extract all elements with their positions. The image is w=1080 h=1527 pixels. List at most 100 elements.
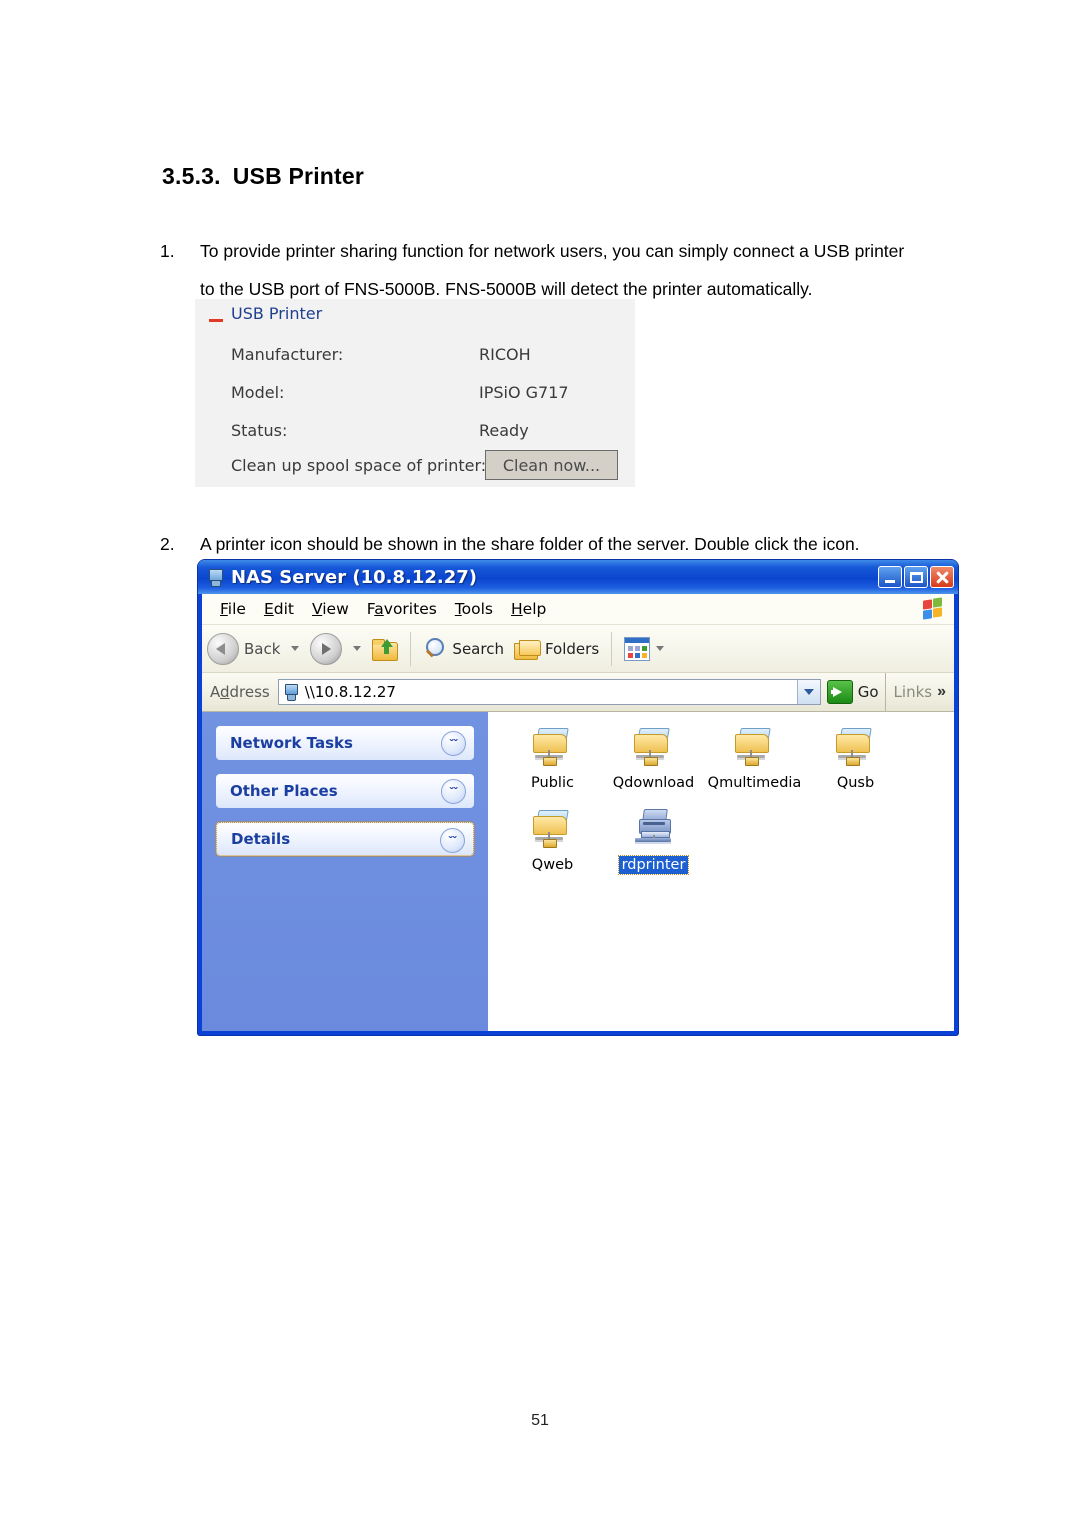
manufacturer-label: Manufacturer:	[231, 345, 344, 364]
menu-file[interactable]: File	[220, 600, 246, 618]
window-body: File Edit View Favorites Tools Help Back	[202, 594, 954, 1031]
minimize-button[interactable]	[878, 566, 902, 588]
toolbar: Back Search Folders	[202, 625, 954, 673]
list-item-label: Qmultimedia	[707, 775, 802, 791]
network-folder-icon	[530, 808, 576, 852]
list-item-label: Qusb	[836, 775, 875, 791]
menu-tools[interactable]: Tools	[455, 600, 493, 618]
status-value: Ready	[479, 421, 529, 440]
list-item-qdownload[interactable]: Qdownload	[603, 726, 704, 792]
back-arrow-icon	[207, 632, 239, 665]
back-label: Back	[244, 639, 281, 658]
folders-label: Folders	[544, 639, 600, 658]
go-arrow-icon	[826, 680, 853, 704]
clean-now-button[interactable]: Clean now...	[485, 450, 618, 480]
menu-favorites[interactable]: Favorites	[367, 600, 437, 618]
address-input[interactable]: \\10.8.12.27	[277, 679, 821, 705]
explorer-window: NAS Server (10.8.12.27) File Edit View F…	[198, 560, 958, 1035]
address-value: \\10.8.12.27	[304, 683, 396, 701]
page-title: 3.5.3. USB Printer	[162, 163, 364, 190]
views-button[interactable]	[619, 630, 675, 668]
usb-printer-section-title: USB Printer	[231, 304, 323, 323]
sidebar-panel-network-tasks[interactable]: Network Tasks ˇˇ	[216, 726, 474, 760]
details-collapse-chevron-down-icon[interactable]: ˇˇ	[440, 828, 465, 853]
folders-icon	[513, 638, 541, 660]
heading-number: 3.5.3.	[162, 163, 221, 189]
list-item-rdprinter[interactable]: rdprinter	[603, 808, 704, 875]
list-item-label: Public	[531, 775, 574, 791]
file-list-content[interactable]: Public Qdownload Qmultimedia Qusb Qweb r…	[488, 712, 954, 1031]
views-chevron-down-icon[interactable]	[656, 646, 665, 651]
list-item-public[interactable]: Public	[502, 726, 603, 792]
links-label: Links	[893, 683, 933, 701]
forward-arrow-icon	[310, 632, 343, 665]
document-page: 3.5.3. USB Printer 1. To provide printer …	[0, 0, 1080, 1527]
address-bar: Address \\10.8.12.27 Go Links »	[202, 673, 954, 712]
search-icon	[423, 637, 447, 660]
manufacturer-value: RICOH	[479, 345, 531, 364]
menu-view[interactable]: View	[312, 600, 349, 618]
computer-icon	[206, 568, 224, 587]
other-places-label: Other Places	[230, 782, 338, 800]
sidebar-panel-other-places[interactable]: Other Places ˇˇ	[216, 774, 474, 808]
network-folder-icon	[833, 726, 879, 770]
list-item-qmultimedia[interactable]: Qmultimedia	[704, 726, 805, 792]
status-label: Status:	[231, 421, 288, 440]
go-button[interactable]: Go	[826, 680, 879, 704]
sidebar-panel-details[interactable]: Details ˇˇ	[215, 821, 475, 857]
close-button[interactable]	[930, 566, 954, 588]
maximize-button[interactable]	[904, 566, 928, 588]
network-printer-icon	[631, 808, 677, 852]
model-value: IPSiO G717	[479, 383, 569, 402]
menu-edit[interactable]: Edit	[264, 600, 294, 618]
step-2-text: A printer icon should be shown in the sh…	[200, 534, 860, 554]
window-controls	[878, 566, 958, 588]
list-item-qusb[interactable]: Qusb	[805, 726, 906, 792]
clean-spool-label: Clean up spool space of printer:	[231, 456, 487, 475]
back-button[interactable]: Back	[202, 630, 285, 668]
file-row-2: Qweb rdprinter	[502, 808, 954, 875]
collapse-minus-icon[interactable]	[209, 319, 223, 322]
task-pane-sidebar: Network Tasks ˇˇ Other Places ˇˇ Details…	[202, 712, 488, 1031]
window-title: NAS Server (10.8.12.27)	[231, 566, 477, 588]
address-label: Address	[210, 683, 270, 701]
network-folder-icon	[732, 726, 778, 770]
step-1-index: 1.	[160, 241, 175, 261]
computer-icon-small	[283, 684, 299, 701]
menu-bar: File Edit View Favorites Tools Help	[202, 594, 954, 625]
list-item-qweb[interactable]: Qweb	[502, 808, 603, 874]
instruction-step-2: 2. A printer icon should be shown in the…	[160, 525, 950, 563]
links-bar[interactable]: Links »	[884, 673, 954, 711]
up-folder-icon	[372, 637, 399, 661]
heading-text: USB Printer	[232, 163, 365, 189]
views-icon	[624, 636, 651, 661]
window-title-bar[interactable]: NAS Server (10.8.12.27)	[198, 560, 958, 594]
back-dropdown-chevron-down-icon[interactable]	[291, 646, 300, 651]
up-button[interactable]	[367, 630, 403, 668]
links-chevron-right-icon[interactable]: »	[937, 683, 946, 701]
menu-help[interactable]: Help	[511, 600, 546, 618]
search-button[interactable]: Search	[418, 630, 509, 668]
network-folder-icon	[530, 726, 576, 770]
address-chevron-down-icon[interactable]	[796, 680, 820, 704]
forward-button[interactable]	[305, 630, 347, 668]
search-label: Search	[452, 639, 504, 658]
network-folder-icon	[631, 726, 677, 770]
details-label: Details	[231, 830, 291, 848]
list-item-label: Qweb	[531, 857, 574, 873]
toolbar-separator-2	[611, 631, 613, 666]
network-tasks-collapse-chevron-down-icon[interactable]: ˇˇ	[441, 731, 466, 756]
other-places-collapse-chevron-down-icon[interactable]: ˇˇ	[441, 779, 466, 804]
window-main: Network Tasks ˇˇ Other Places ˇˇ Details…	[202, 712, 954, 1031]
usb-printer-panel: USB Printer Manufacturer: RICOH Model: I…	[195, 299, 635, 487]
step-1-text: To provide printer sharing function for …	[200, 241, 905, 299]
file-row-1: Public Qdownload Qmultimedia Qusb	[502, 726, 954, 792]
instruction-step-1: 1. To provide printer sharing function f…	[160, 232, 920, 308]
forward-dropdown-chevron-down-icon[interactable]	[353, 646, 362, 651]
folders-button[interactable]: Folders	[509, 630, 604, 668]
toolbar-separator	[410, 631, 412, 666]
list-item-label: rdprinter	[617, 855, 690, 875]
network-tasks-label: Network Tasks	[230, 734, 353, 752]
step-2-index: 2.	[160, 534, 175, 554]
list-item-label: Qdownload	[612, 775, 695, 791]
